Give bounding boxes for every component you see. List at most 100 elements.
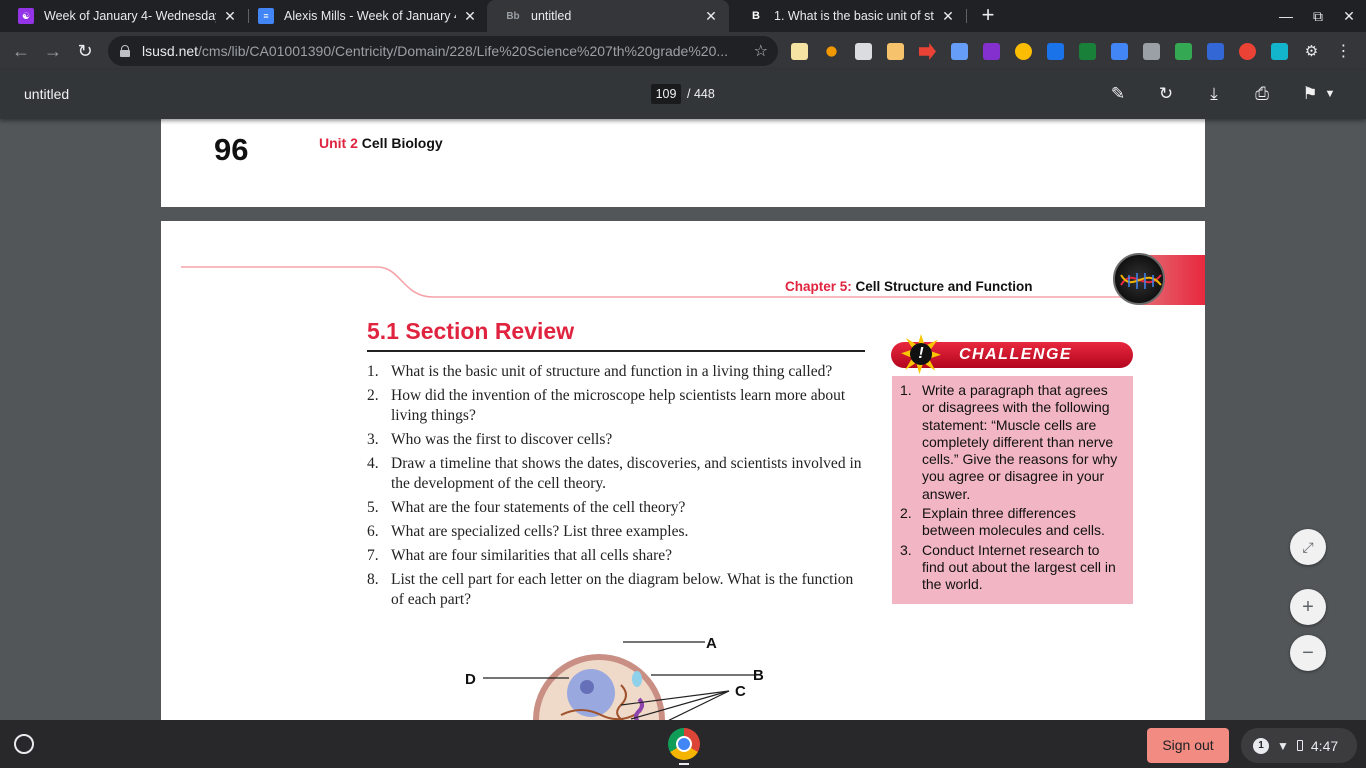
back-icon[interactable]: ← bbox=[9, 39, 33, 63]
notification-badge: 1 bbox=[1253, 737, 1269, 754]
extension-icon[interactable] bbox=[1079, 43, 1096, 60]
tab-strip: ☯ Week of January 4- Wednesday ✕ ≡ Alexi… bbox=[0, 0, 1366, 32]
minimize-icon[interactable]: — bbox=[1274, 4, 1298, 28]
clock: 4:47 bbox=[1310, 737, 1339, 754]
bookmark-star-icon[interactable]: ☆ bbox=[754, 41, 768, 61]
rotate-icon[interactable]: ↻ bbox=[1154, 82, 1178, 106]
os-shelf: Sign out 1 ▼ 4:47 bbox=[0, 720, 1366, 768]
list-item: 4. Draw a timeline that shows the dates, … bbox=[367, 455, 862, 492]
close-window-icon[interactable]: ✕ bbox=[1337, 4, 1361, 28]
extension-icon[interactable] bbox=[887, 43, 904, 60]
close-icon[interactable]: ✕ bbox=[940, 8, 956, 24]
section-title: 5.1 Section Review bbox=[367, 318, 575, 344]
wifi-icon: ▼ bbox=[1277, 738, 1289, 753]
diagram-label-a: A bbox=[706, 635, 717, 652]
status-tray[interactable]: 1 ▼ 4:47 bbox=[1241, 728, 1357, 763]
chrome-icon[interactable] bbox=[668, 728, 700, 760]
url-text: lsusd.net/cms/lib/CA01001390/Centricity/… bbox=[142, 43, 729, 59]
puzzle-extensions-icon[interactable]: ⚙ bbox=[1303, 43, 1320, 60]
unit-header: Unit 2 Cell Biology bbox=[319, 135, 443, 151]
tab-title: Alexis Mills - Week of January 4- bbox=[284, 9, 456, 23]
menu-kebab-icon[interactable]: ⋮ bbox=[1335, 43, 1352, 60]
restore-icon[interactable]: ⧉ bbox=[1306, 4, 1330, 28]
list-item: 7. What are four similarities that all ce… bbox=[367, 547, 673, 564]
extension-icon[interactable] bbox=[855, 43, 872, 60]
list-item: 3. Who was the first to discover cells? bbox=[367, 431, 613, 448]
chevron-down-icon[interactable]: ▼ bbox=[1318, 82, 1342, 106]
download-icon[interactable]: ⤓ bbox=[1202, 82, 1226, 106]
page-total: / 448 bbox=[687, 87, 715, 101]
cell-diagram bbox=[483, 641, 755, 720]
extension-icon[interactable] bbox=[1111, 43, 1128, 60]
pdf-viewport[interactable]: 96 Unit 2 Cell Biology Chapter 5: Cell S… bbox=[0, 119, 1366, 720]
fit-to-page-button[interactable]: ⤢ bbox=[1290, 529, 1326, 565]
tab-divider bbox=[966, 9, 967, 23]
extension-icon[interactable] bbox=[1207, 43, 1224, 60]
cast-icon[interactable] bbox=[1175, 43, 1192, 60]
list-item: 8. List the cell part for each letter on … bbox=[367, 571, 854, 608]
running-indicator bbox=[679, 763, 689, 765]
tab-docs[interactable]: ≡ Alexis Mills - Week of January 4- ✕ bbox=[240, 0, 488, 32]
extension-icon[interactable] bbox=[1047, 43, 1064, 60]
pdf-page: 96 Unit 2 Cell Biology bbox=[161, 119, 1205, 207]
section-divider bbox=[367, 350, 865, 352]
tab-title: Week of January 4- Wednesday bbox=[44, 9, 216, 23]
diagram-label-c: C bbox=[735, 683, 746, 700]
reload-icon[interactable]: ↻ bbox=[73, 39, 97, 63]
dna-icon bbox=[1113, 253, 1165, 305]
print-icon[interactable]: ⎙ bbox=[1250, 82, 1274, 106]
list-item: 1. What is the basic unit of structure an… bbox=[367, 363, 833, 380]
new-tab-button[interactable]: + bbox=[976, 4, 1000, 28]
sign-out-button[interactable]: Sign out bbox=[1147, 728, 1229, 763]
extension-icon[interactable] bbox=[1239, 43, 1256, 60]
zoom-out-button[interactable]: − bbox=[1290, 635, 1326, 671]
lock-icon[interactable] bbox=[120, 45, 130, 57]
challenge-title: CHALLENGE bbox=[959, 346, 1073, 363]
list-item: 3. Conduct Internet research to find out … bbox=[900, 541, 1116, 593]
zoom-in-button[interactable]: + bbox=[1290, 589, 1326, 625]
tab-untitled[interactable]: Bb untitled ✕ bbox=[487, 0, 729, 32]
list-item: 5. What are the four statements of the ce… bbox=[367, 499, 686, 516]
challenge-header: ! CHALLENGE bbox=[891, 334, 1133, 374]
tab-title: untitled bbox=[531, 9, 572, 23]
list-item: 2. Explain three differences between mole… bbox=[900, 505, 1105, 539]
list-item: 6. What are specialized cells? List three… bbox=[367, 523, 689, 540]
brainly-icon: B bbox=[748, 8, 764, 24]
docs-icon: ≡ bbox=[258, 8, 274, 24]
list-item: 2. How did the invention of the microscop… bbox=[367, 387, 846, 424]
exclamation-icon: ! bbox=[910, 343, 932, 365]
review-questions: 1. What is the basic unit of structure an… bbox=[367, 362, 865, 614]
extension-icon[interactable] bbox=[791, 43, 808, 60]
close-icon[interactable]: ✕ bbox=[462, 8, 478, 24]
blackboard-icon: Bb bbox=[506, 10, 520, 22]
pdf-page: Chapter 5: Cell Structure and Function 5… bbox=[161, 221, 1205, 720]
annotate-pencil-icon[interactable]: ✎ bbox=[1106, 82, 1130, 106]
pdf-title: untitled bbox=[24, 86, 70, 102]
extension-icon[interactable] bbox=[983, 43, 1000, 60]
header-swoosh bbox=[181, 266, 1205, 298]
page-number-input[interactable]: 109 bbox=[651, 84, 681, 104]
close-icon[interactable]: ✕ bbox=[703, 8, 719, 24]
extension-icon[interactable] bbox=[1015, 43, 1032, 60]
address-bar[interactable]: lsusd.net/cms/lib/CA01001390/Centricity/… bbox=[108, 36, 778, 66]
extension-icon[interactable] bbox=[823, 43, 840, 60]
forward-icon[interactable]: → bbox=[41, 39, 65, 63]
extension-icon[interactable] bbox=[919, 43, 936, 60]
diagram-label-d: D bbox=[465, 671, 476, 688]
close-icon[interactable]: ✕ bbox=[222, 8, 238, 24]
extension-icon[interactable] bbox=[951, 43, 968, 60]
classroom-icon: ☯ bbox=[18, 8, 34, 24]
list-item: 1. Write a paragraph that agrees or disag… bbox=[900, 382, 1118, 502]
diagram-label-b: B bbox=[753, 667, 764, 684]
tab-brainly[interactable]: B 1. What is the basic unit of struc ✕ bbox=[730, 0, 966, 32]
extension-icon[interactable] bbox=[1143, 43, 1160, 60]
chapter-header: Chapter 5: Cell Structure and Function bbox=[785, 279, 1033, 294]
browser-toolbar: ← → ↻ lsusd.net/cms/lib/CA01001390/Centr… bbox=[0, 32, 1366, 70]
tab-classroom[interactable]: ☯ Week of January 4- Wednesday ✕ bbox=[0, 0, 248, 32]
challenge-box: 1. Write a paragraph that agrees or disag… bbox=[892, 376, 1133, 604]
extension-icon[interactable] bbox=[1271, 43, 1288, 60]
launcher-icon[interactable] bbox=[14, 734, 34, 754]
pdf-toolbar: untitled 109 / 448 ✎ ↻ ⤓ ⎙ ⚑ ▼ bbox=[0, 70, 1366, 119]
tab-title: 1. What is the basic unit of struc bbox=[774, 9, 934, 23]
battery-icon bbox=[1296, 740, 1303, 751]
